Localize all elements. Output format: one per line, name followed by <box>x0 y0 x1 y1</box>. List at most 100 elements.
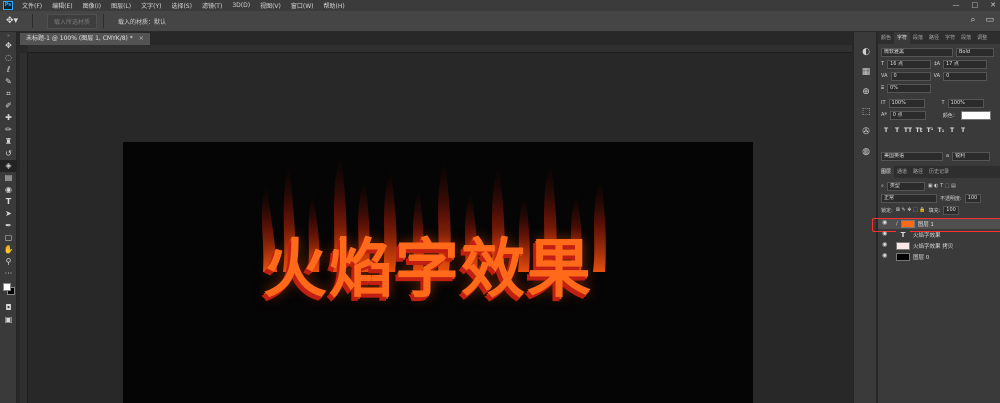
fill-field[interactable]: 100 <box>943 205 960 215</box>
move-tool-icon[interactable]: ✥▾ <box>6 14 26 28</box>
tab-paragraph-2[interactable]: 段落 <box>958 32 974 44</box>
subscript-button[interactable]: T₁ <box>936 126 946 135</box>
pen-icon[interactable]: ✒ <box>0 220 17 232</box>
gradient-icon[interactable]: ▤ <box>0 172 17 184</box>
document-canvas[interactable]: 火焰字效果 <box>123 142 753 403</box>
tab-paths-layers[interactable]: 路径 <box>910 166 926 178</box>
menu-image[interactable]: 图像(I) <box>78 1 106 10</box>
layer-row[interactable]: ◉ 图层 0 <box>878 251 1000 262</box>
antialias-select[interactable]: 锐利 <box>952 151 991 161</box>
text-color-swatch[interactable] <box>960 110 991 120</box>
libraries-panel-icon[interactable]: ◍ <box>854 142 878 162</box>
kerning-field[interactable]: 0 <box>890 71 931 81</box>
properties-panel-icon[interactable]: ✇ <box>854 122 878 142</box>
canvas-workspace[interactable]: 火焰字效果 <box>28 53 852 403</box>
styles-panel-icon[interactable]: ⬚ <box>854 102 878 122</box>
eye-icon[interactable]: ◉ <box>882 241 887 248</box>
move-icon[interactable]: ✥ <box>0 40 17 52</box>
strikethrough-button[interactable]: T <box>958 126 968 135</box>
maximize-icon[interactable]: □ <box>972 1 979 9</box>
blur-icon[interactable]: ◉ <box>0 184 17 196</box>
load-selected-material-button[interactable]: 载入所选材质 <box>47 13 98 29</box>
layer-row[interactable]: ◉ 火焰字效果 拷贝 <box>878 240 1000 251</box>
menu-type[interactable]: 文字(Y) <box>136 1 166 10</box>
tracking-field[interactable]: 0 <box>943 71 988 81</box>
menu-filter[interactable]: 滤镜(T) <box>197 1 227 10</box>
path-select-icon[interactable]: ➤ <box>0 208 17 220</box>
font-size-field[interactable]: 16 点 <box>887 59 932 69</box>
eye-icon[interactable]: ◉ <box>882 252 887 259</box>
quick-select-icon[interactable]: ✎ <box>0 76 17 88</box>
healing-brush-icon[interactable]: ✚ <box>0 112 17 124</box>
opacity-field[interactable]: 100 <box>964 193 981 203</box>
baseline-shift-field[interactable]: 0 点 <box>889 110 926 120</box>
eye-icon[interactable]: ◉ <box>882 219 887 226</box>
collapse-icon[interactable]: » <box>0 32 17 40</box>
zoom-icon[interactable]: ⚲ <box>0 256 17 268</box>
tsume-field[interactable]: 0% <box>887 83 932 93</box>
clone-stamp-icon[interactable]: ♜ <box>0 136 17 148</box>
crop-icon[interactable]: ⌗ <box>0 88 17 100</box>
hand-icon[interactable]: ✋ <box>0 244 17 256</box>
close-tab-icon[interactable]: × <box>139 35 144 42</box>
filter-pixel-icon[interactable]: ▣ ◐ T ⬚ ▤ <box>928 183 956 189</box>
tab-color[interactable]: 颜色 <box>878 32 894 44</box>
type-icon[interactable]: T <box>0 196 17 208</box>
more-tools-icon[interactable]: ··· <box>0 268 17 280</box>
font-style-select[interactable]: Bold <box>956 47 994 57</box>
menu-view[interactable]: 视图(V) <box>255 1 286 10</box>
eraser-icon[interactable]: ◈ <box>0 160 17 172</box>
leading-field[interactable]: 17 点 <box>942 59 987 69</box>
workspace-icon[interactable]: ▭ <box>985 15 994 25</box>
minimize-icon[interactable]: — <box>953 1 960 9</box>
small-caps-button[interactable]: Tt <box>914 126 924 135</box>
vertical-scale-icon: IT <box>881 100 886 106</box>
underline-button[interactable]: T <box>947 126 957 135</box>
font-family-select[interactable]: 微软雅黑 <box>881 47 953 57</box>
faux-italic-button[interactable]: T <box>892 126 902 135</box>
marquee-icon[interactable]: ◌ <box>0 52 17 64</box>
adjustments-panel-icon[interactable]: ⊕ <box>854 82 878 102</box>
brush-icon[interactable]: ✏ <box>0 124 17 136</box>
menu-edit[interactable]: 编辑(E) <box>47 1 77 10</box>
eye-icon[interactable]: ◉ <box>882 230 887 237</box>
blend-mode-select[interactable]: 正常 <box>881 193 937 203</box>
foreground-color-swatch[interactable] <box>3 283 11 291</box>
horizontal-scale-field[interactable]: 100% <box>947 98 984 108</box>
tab-history[interactable]: 历史记录 <box>926 166 952 178</box>
menu-help[interactable]: 帮助(H) <box>319 1 350 10</box>
layer-row[interactable]: ◉ T 火焰字效果 <box>878 229 1000 240</box>
shape-icon[interactable]: ▢ <box>0 232 17 244</box>
all-caps-button[interactable]: TT <box>903 126 913 135</box>
menu-file[interactable]: 文件(F) <box>17 1 47 10</box>
quick-mask-icon[interactable]: ◘ <box>0 302 17 314</box>
language-select[interactable]: 美国英语 <box>881 151 943 161</box>
layer-filter-select[interactable]: 类型 <box>886 181 925 191</box>
tab-paths[interactable]: 路径 <box>926 32 942 44</box>
menu-window[interactable]: 窗口(W) <box>286 1 319 10</box>
color-panel-icon[interactable]: ◐ <box>854 42 878 62</box>
swatches-panel-icon[interactable]: ▦ <box>854 62 878 82</box>
close-icon[interactable]: ✕ <box>990 1 996 9</box>
document-tab[interactable]: 未标题-1 @ 100% (图层 1, CMYK/8) * × <box>20 33 150 45</box>
history-brush-icon[interactable]: ↺ <box>0 148 17 160</box>
fill-label: 填充: <box>928 207 941 214</box>
menu-layer[interactable]: 图层(L) <box>106 1 136 10</box>
screen-mode-icon[interactable]: ▣ <box>0 314 17 326</box>
tab-character-2[interactable]: 字符 <box>942 32 958 44</box>
lasso-icon[interactable]: ℓ <box>0 64 17 76</box>
vertical-scale-field[interactable]: 100% <box>888 98 925 108</box>
tab-adjustments[interactable]: 调整 <box>974 32 990 44</box>
layer-row[interactable]: ◉ / 图层 1 <box>872 218 1000 232</box>
faux-bold-button[interactable]: T <box>881 126 891 135</box>
search-icon[interactable]: ⌕ <box>970 15 975 25</box>
tab-channels[interactable]: 通道 <box>894 166 910 178</box>
menu-select[interactable]: 选择(S) <box>166 1 197 10</box>
superscript-button[interactable]: T¹ <box>925 126 935 135</box>
eyedropper-icon[interactable]: ✐ <box>0 100 17 112</box>
lock-icons[interactable]: ⊠ ✎ ✥ ⬚ 🔒 <box>896 207 926 213</box>
tab-character[interactable]: 字符 <box>894 32 911 44</box>
menu-3d[interactable]: 3D(D) <box>227 2 255 9</box>
tab-layers[interactable]: 图层 <box>878 166 895 178</box>
tab-paragraph[interactable]: 段落 <box>910 32 926 44</box>
